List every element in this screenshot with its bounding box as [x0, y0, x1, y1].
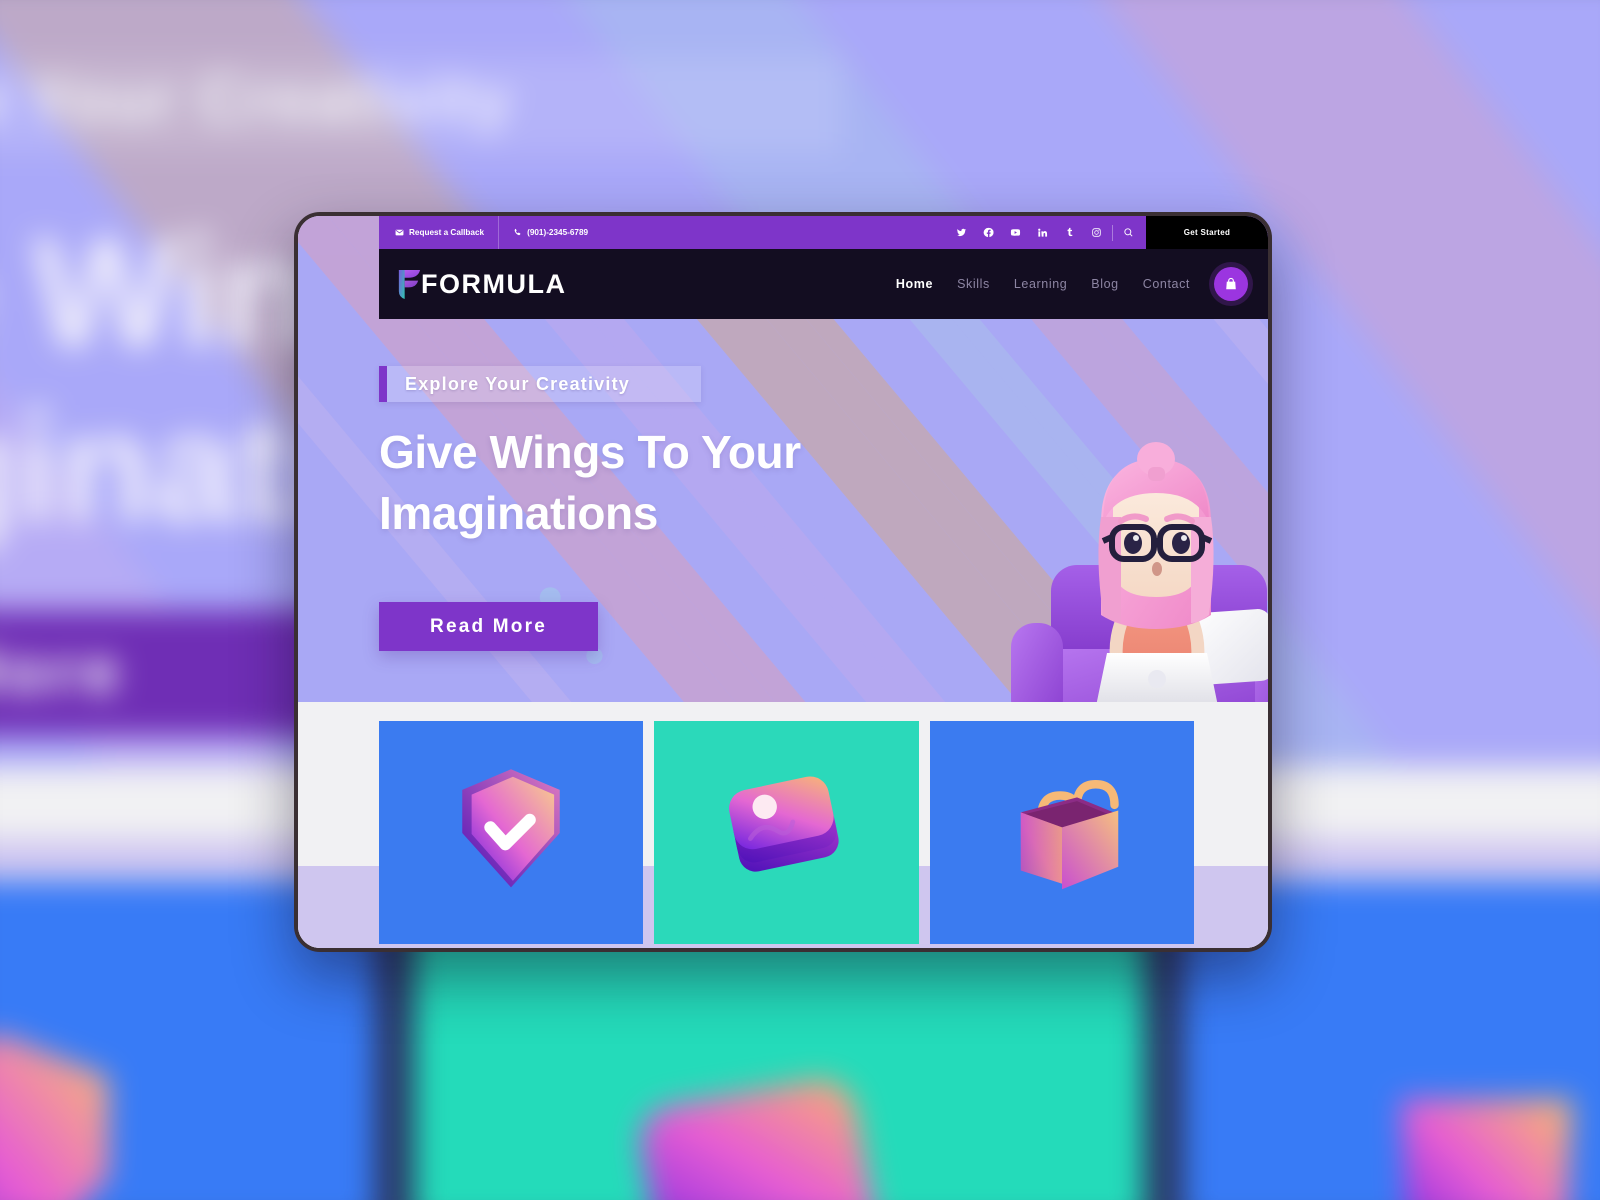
device-frame: Explore Your Creativity Give Wings To Yo… [294, 212, 1272, 952]
request-callback-label: Request a Callback [409, 228, 485, 237]
backdrop-eyebrow: Explore Your Creativity [0, 57, 842, 153]
website-screen: Explore Your Creativity Give Wings To Yo… [298, 216, 1268, 948]
social-links [948, 216, 1146, 249]
backdrop-eyebrow-text: Explore Your Creativity [0, 64, 513, 137]
shopping-bag-icon [1226, 277, 1236, 290]
facebook-icon[interactable] [975, 216, 1002, 249]
hero-heading: Give Wings To Your Imaginations [379, 422, 801, 543]
backdrop-bag-icon [1400, 1099, 1573, 1200]
formula-f-logo-icon [398, 269, 421, 299]
nav-item-contact[interactable]: Contact [1143, 277, 1190, 291]
nav-item-learning[interactable]: Learning [1014, 277, 1067, 291]
utility-topbar: Request a Callback (901)-2345-6789 Get S… [379, 216, 1268, 249]
topbar-contact-group: Request a Callback (901)-2345-6789 [379, 216, 602, 249]
feature-card-image[interactable] [654, 721, 919, 944]
topbar-right-group: Get Started [948, 216, 1268, 249]
nav-links: Home Skills Learning Blog Contact [896, 277, 1190, 291]
hero-heading-line1: Give Wings To Your [379, 426, 801, 478]
main-navbar: FORMULA Home Skills Learning Blog Contac… [379, 249, 1268, 319]
shopping-bag-3d-icon [1020, 779, 1119, 889]
nav-item-skills[interactable]: Skills [957, 277, 990, 291]
brand-name: FORMULA [421, 268, 567, 299]
hero-eyebrow-badge: Explore Your Creativity [379, 366, 701, 402]
get-started-button[interactable]: Get Started [1146, 216, 1268, 249]
request-callback-link[interactable]: Request a Callback [379, 216, 498, 249]
cart-button[interactable] [1214, 267, 1248, 301]
phone-icon [514, 228, 521, 236]
search-icon[interactable] [1115, 216, 1142, 249]
social-divider [1112, 224, 1113, 241]
envelope-icon [395, 229, 404, 236]
feature-card-row [379, 721, 1194, 944]
feature-card-bag[interactable] [929, 721, 1194, 944]
image-stack-icon [729, 775, 840, 872]
nav-item-blog[interactable]: Blog [1091, 277, 1118, 291]
phone-label: (901)-2345-6789 [527, 228, 589, 237]
shield-check-icon [462, 768, 560, 887]
backdrop-shield-icon [0, 1033, 109, 1200]
hero-content: Explore Your Creativity Give Wings To Yo… [379, 319, 1268, 702]
phone-link[interactable]: (901)-2345-6789 [499, 216, 602, 249]
feature-card-shield[interactable] [379, 721, 644, 944]
tumblr-icon[interactable] [1056, 216, 1083, 249]
youtube-icon[interactable] [1002, 216, 1029, 249]
backdrop-image-icon [640, 1079, 877, 1200]
backdrop-cta-text: Read More [0, 636, 126, 709]
twitter-icon[interactable] [948, 216, 975, 249]
instagram-icon[interactable] [1083, 216, 1110, 249]
hero-illustration-girl-on-sofa [1011, 442, 1268, 702]
read-more-button[interactable]: Read More [379, 602, 598, 651]
hero-heading-line2: Imaginations [379, 486, 658, 539]
hero-eyebrow-text: Explore Your Creativity [405, 373, 631, 394]
site-logo[interactable]: FORMULA [395, 267, 566, 302]
nav-item-home[interactable]: Home [896, 277, 933, 291]
linkedin-icon[interactable] [1029, 216, 1056, 249]
